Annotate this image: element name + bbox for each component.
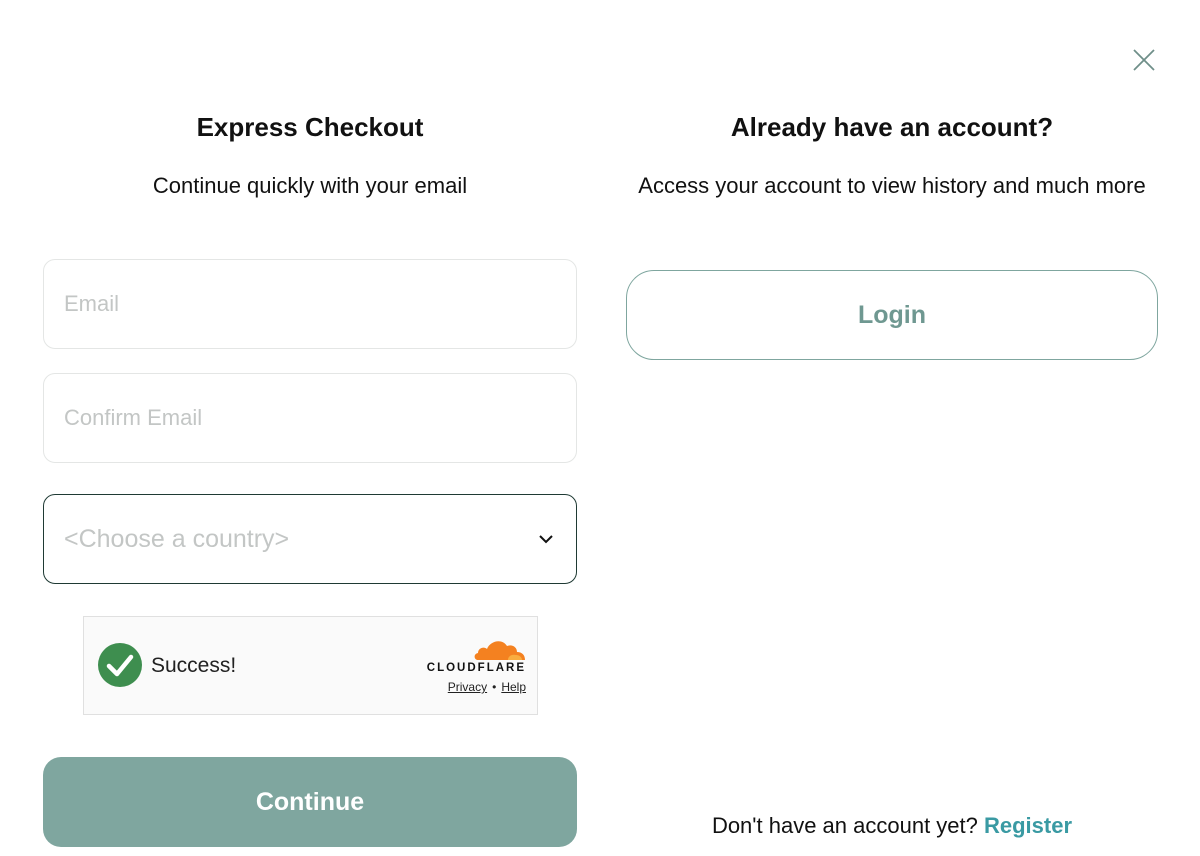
close-icon — [1133, 49, 1155, 71]
account-subtitle: Access your account to view history and … — [638, 173, 1146, 198]
turnstile-links: Privacy • Help — [414, 680, 526, 694]
turnstile-status: Success! — [151, 654, 237, 677]
express-checkout-title: Express Checkout — [196, 112, 424, 142]
country-select-value: <Choose a country> — [64, 524, 290, 553]
cloudflare-cloud-icon — [474, 641, 525, 660]
cloudflare-wordmark: CLOUDFLARE — [426, 662, 526, 674]
link-separator: • — [492, 680, 497, 694]
help-link[interactable]: Help — [501, 680, 526, 694]
register-link[interactable]: Register — [984, 813, 1072, 838]
confirm-email-field[interactable] — [43, 373, 577, 463]
account-title: Already have an account? — [730, 112, 1054, 142]
close-button[interactable] — [1131, 47, 1157, 73]
confirm-email-input[interactable] — [64, 405, 556, 431]
email-field[interactable] — [43, 259, 577, 349]
register-prompt: Don't have an account yet? — [711, 813, 978, 838]
login-button[interactable]: Login — [626, 270, 1158, 360]
country-select[interactable]: <Choose a country> — [43, 494, 577, 584]
express-checkout-subtitle: Continue quickly with your email — [152, 173, 468, 198]
chevron-down-icon — [539, 535, 553, 544]
register-prompt-line: Don't have an account yet? Register — [626, 813, 1158, 839]
check-circle-icon — [98, 643, 142, 687]
privacy-link[interactable]: Privacy — [448, 680, 487, 694]
continue-button[interactable]: Continue — [43, 757, 577, 847]
cloudflare-turnstile-widget: Success! CLOUDFLARE Privacy • Help — [83, 616, 538, 715]
email-input[interactable] — [64, 291, 556, 317]
